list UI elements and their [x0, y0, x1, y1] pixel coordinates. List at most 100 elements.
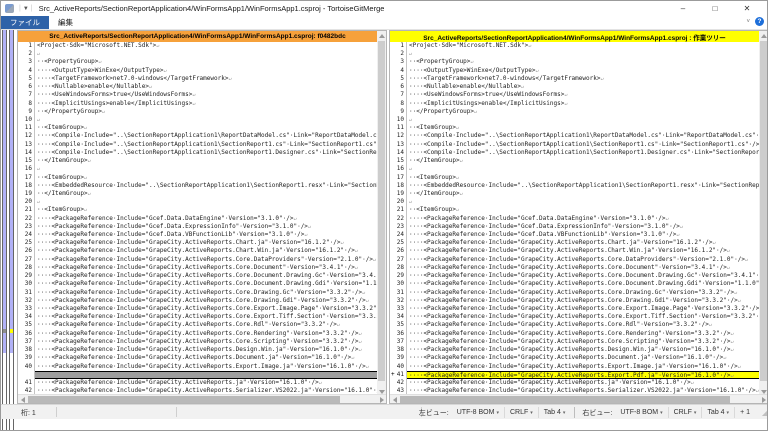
- close-button[interactable]: ✕: [731, 1, 763, 16]
- code-row[interactable]: 16↵: [390, 165, 759, 173]
- menu-edit[interactable]: 編集: [49, 16, 82, 29]
- resize-grip-icon[interactable]: ◢: [762, 408, 768, 417]
- code-row[interactable]: 10↵: [18, 116, 377, 124]
- code-row[interactable]: 4····<OutputType>WinExe</OutputType>↵: [18, 67, 377, 75]
- code-row-missing[interactable]: [18, 371, 377, 379]
- locator-strip-right[interactable]: [9, 30, 14, 431]
- right-hscroll-thumb[interactable]: [400, 396, 730, 403]
- ribbon-collapse-caret-icon[interactable]: ˅: [746, 19, 750, 25]
- left-view-tab-dropdown[interactable]: Tab 4▾: [538, 407, 571, 418]
- code-row[interactable]: 25····<PackageReference·Include="GrapeCi…: [390, 239, 759, 247]
- scroll-up-icon[interactable]: [377, 31, 386, 40]
- code-row[interactable]: 34····<PackageReference·Include="GrapeCi…: [390, 313, 759, 321]
- help-icon[interactable]: ?: [755, 17, 764, 26]
- code-row[interactable]: 3··<PropertyGroup>↵: [390, 58, 759, 66]
- code-row[interactable]: 4····<OutputType>WinExe</OutputType>↵: [390, 67, 759, 75]
- left-view-eol-dropdown[interactable]: CRLF▾: [504, 407, 538, 418]
- code-row-added[interactable]: +41····<PackageReference·Include="GrapeC…: [390, 371, 759, 379]
- right-vertical-scrollbar[interactable]: [759, 31, 768, 396]
- code-row[interactable]: 20↵: [390, 198, 759, 206]
- code-row[interactable]: 32····<PackageReference·Include="GrapeCi…: [390, 297, 759, 305]
- code-row[interactable]: 38····<PackageReference·Include="GrapeCi…: [390, 346, 759, 354]
- code-row[interactable]: 22····<PackageReference·Include="Gcef.Da…: [390, 215, 759, 223]
- code-row[interactable]: 15··</ItemGroup>↵: [390, 157, 759, 165]
- code-row[interactable]: 8····<ImplicitUsings>enable</ImplicitUsi…: [390, 100, 759, 108]
- locator-strip-left[interactable]: [2, 30, 7, 431]
- code-row[interactable]: 13····<Compile·Include="..\SectionReport…: [390, 141, 759, 149]
- code-row[interactable]: 33····<PackageReference·Include="GrapeCi…: [390, 305, 759, 313]
- code-row[interactable]: 21··<ItemGroup>↵: [18, 206, 377, 214]
- menu-file[interactable]: ファイル: [1, 16, 49, 29]
- code-row[interactable]: 34····<PackageReference·Include="GrapeCi…: [18, 313, 377, 321]
- right-view-encoding-dropdown[interactable]: UTF-8 BOM▾: [615, 407, 667, 418]
- code-row[interactable]: 19··</ItemGroup>↵: [18, 190, 377, 198]
- right-horizontal-scrollbar[interactable]: [390, 394, 768, 403]
- code-row[interactable]: 3··<PropertyGroup>↵: [18, 58, 377, 66]
- scroll-left-icon[interactable]: [390, 395, 399, 404]
- code-row[interactable]: 30····<PackageReference·Include="GrapeCi…: [18, 280, 377, 288]
- code-row[interactable]: 24····<PackageReference·Include="Gcef.Da…: [18, 231, 377, 239]
- code-row[interactable]: 6····<Nullable>enable</Nullable>↵: [390, 83, 759, 91]
- code-row[interactable]: 39····<PackageReference·Include="GrapeCi…: [390, 354, 759, 362]
- code-row[interactable]: 7····<UseWindowsForms>true</UseWindowsFo…: [18, 91, 377, 99]
- code-row[interactable]: 28····<PackageReference·Include="GrapeCi…: [390, 264, 759, 272]
- code-lines-left[interactable]: 1<Project·Sdk="Microsoft.NET.Sdk">↵2↵3··…: [18, 42, 377, 396]
- minimize-button[interactable]: –: [667, 1, 699, 16]
- code-row[interactable]: 29····<PackageReference·Include="GrapeCi…: [390, 272, 759, 280]
- code-row[interactable]: 17··<ItemGroup>↵: [390, 174, 759, 182]
- left-vertical-scrollbar[interactable]: [377, 31, 386, 396]
- left-hscroll-thumb[interactable]: [28, 396, 340, 403]
- code-row[interactable]: 32····<PackageReference·Include="GrapeCi…: [18, 297, 377, 305]
- code-row[interactable]: 2↵: [390, 50, 759, 58]
- code-row[interactable]: 13····<Compile·Include="..\SectionReport…: [18, 141, 377, 149]
- code-row[interactable]: 20↵: [18, 198, 377, 206]
- scroll-up-icon[interactable]: [759, 31, 768, 40]
- code-row[interactable]: 21··<ItemGroup>↵: [390, 206, 759, 214]
- code-row[interactable]: 37····<PackageReference·Include="GrapeCi…: [390, 338, 759, 346]
- code-row[interactable]: 6····<Nullable>enable</Nullable>↵: [18, 83, 377, 91]
- code-row[interactable]: 40····<PackageReference·Include="GrapeCi…: [18, 363, 377, 371]
- code-row[interactable]: 23····<PackageReference·Include="Gcef.Da…: [390, 223, 759, 231]
- code-row[interactable]: 10↵: [390, 116, 759, 124]
- code-row[interactable]: 35····<PackageReference·Include="GrapeCi…: [18, 321, 377, 329]
- code-row[interactable]: 1<Project·Sdk="Microsoft.NET.Sdk">↵: [390, 42, 759, 50]
- code-row[interactable]: 5····<TargetFramework>net7.0-windows</Ta…: [390, 75, 759, 83]
- code-row[interactable]: 12····<Compile·Include="..\SectionReport…: [18, 132, 377, 140]
- code-row[interactable]: 25····<PackageReference·Include="GrapeCi…: [18, 239, 377, 247]
- code-row[interactable]: 27····<PackageReference·Include="GrapeCi…: [18, 256, 377, 264]
- scroll-left-icon[interactable]: [18, 395, 27, 404]
- left-vscroll-thumb[interactable]: [378, 41, 385, 381]
- code-row[interactable]: 7····<UseWindowsForms>true</UseWindowsFo…: [390, 91, 759, 99]
- code-row[interactable]: 35····<PackageReference·Include="GrapeCi…: [390, 321, 759, 329]
- right-view-tab-dropdown[interactable]: Tab 4▾: [701, 407, 734, 418]
- code-row[interactable]: 39····<PackageReference·Include="GrapeCi…: [18, 354, 377, 362]
- code-row[interactable]: 18····<EmbeddedResource·Include="..\Sect…: [390, 182, 759, 190]
- code-row[interactable]: 14····<Compile·Include="..\SectionReport…: [390, 149, 759, 157]
- right-vscroll-thumb[interactable]: [760, 41, 767, 381]
- code-row[interactable]: 31····<PackageReference·Include="GrapeCi…: [18, 289, 377, 297]
- code-row[interactable]: 17··<ItemGroup>↵: [18, 174, 377, 182]
- code-row[interactable]: 11··<ItemGroup>↵: [390, 124, 759, 132]
- code-row[interactable]: 5····<TargetFramework>net7.0-windows</Ta…: [18, 75, 377, 83]
- code-row[interactable]: 42····<PackageReference·Include="GrapeCi…: [390, 379, 759, 387]
- code-row[interactable]: 15··</ItemGroup>↵: [18, 157, 377, 165]
- left-view-encoding-dropdown[interactable]: UTF-8 BOM▾: [452, 407, 504, 418]
- code-row[interactable]: 26····<PackageReference·Include="GrapeCi…: [18, 247, 377, 255]
- scroll-right-icon[interactable]: [759, 395, 768, 404]
- code-row[interactable]: 2↵: [18, 50, 377, 58]
- code-row[interactable]: 31····<PackageReference·Include="GrapeCi…: [390, 289, 759, 297]
- left-horizontal-scrollbar[interactable]: [18, 394, 386, 403]
- code-row[interactable]: 12····<Compile·Include="..\SectionReport…: [390, 132, 759, 140]
- code-row[interactable]: 8····<ImplicitUsings>enable</ImplicitUsi…: [18, 100, 377, 108]
- code-row[interactable]: 28····<PackageReference·Include="GrapeCi…: [18, 264, 377, 272]
- code-row[interactable]: 29····<PackageReference·Include="GrapeCi…: [18, 272, 377, 280]
- code-row[interactable]: 9··</PropertyGroup>↵: [18, 108, 377, 116]
- diff-locator-bar[interactable]: [1, 30, 16, 431]
- code-row[interactable]: 19··</ItemGroup>↵: [390, 190, 759, 198]
- code-row[interactable]: 36····<PackageReference·Include="GrapeCi…: [390, 330, 759, 338]
- code-lines-right[interactable]: 1<Project·Sdk="Microsoft.NET.Sdk">↵2↵3··…: [390, 42, 759, 396]
- code-row[interactable]: 33····<PackageReference·Include="GrapeCi…: [18, 305, 377, 313]
- code-row[interactable]: 1<Project·Sdk="Microsoft.NET.Sdk">↵: [18, 42, 377, 50]
- code-row[interactable]: 40····<PackageReference·Include="GrapeCi…: [390, 363, 759, 371]
- code-row[interactable]: 11··<ItemGroup>↵: [18, 124, 377, 132]
